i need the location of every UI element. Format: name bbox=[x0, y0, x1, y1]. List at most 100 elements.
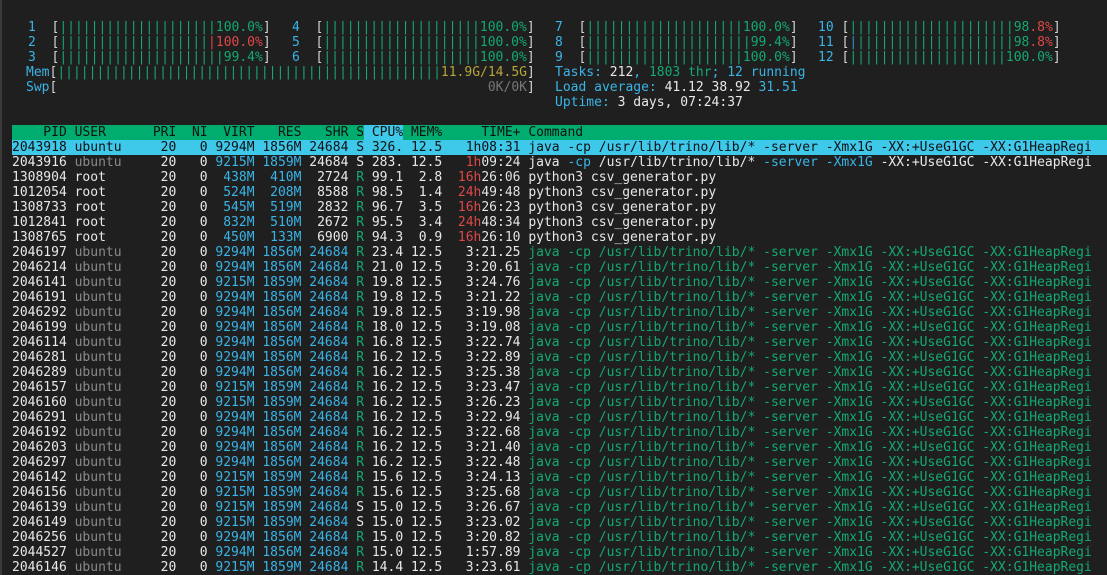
process-row[interactable]: 2046114 ubuntu 20 0 9294M 1856M 24684 R 16.8 12.5… bbox=[12, 335, 1107, 350]
col-cpu[interactable]: CPU% bbox=[364, 125, 403, 140]
shr: 24684 bbox=[309, 380, 349, 395]
process-row[interactable]: 1308904 root 20 0 438M 410M 2724 R 99.1 2.8 16h26:… bbox=[12, 170, 1107, 185]
load-15: 31.51 bbox=[758, 80, 798, 95]
process-row[interactable]: 2046199 ubuntu 20 0 9294M 1856M 24684 R 18.0 12.5… bbox=[12, 320, 1107, 335]
process-row[interactable]: 2046214 ubuntu 20 0 9294M 1856M 24684 R 21.0 12.5… bbox=[12, 260, 1107, 275]
col-pid[interactable]: PID bbox=[12, 125, 66, 140]
meter-tick: | bbox=[872, 50, 881, 65]
virt: 9215M bbox=[215, 395, 255, 410]
process-row[interactable]: 2046160 ubuntu 20 0 9215M 1859M 24684 R 16.2 12.5… bbox=[12, 395, 1107, 410]
virt: 9215M bbox=[215, 155, 255, 170]
col-user[interactable]: USER bbox=[75, 125, 145, 140]
process-row[interactable]: 2046197 ubuntu 20 0 9294M 1856M 24684 R 23.4 12.5… bbox=[12, 245, 1107, 260]
meter-bracket-close: ] bbox=[1052, 35, 1061, 50]
meter-tick: | bbox=[378, 20, 386, 35]
user: ubuntu bbox=[74, 425, 122, 440]
time-cell: 3:22.94 bbox=[450, 410, 521, 425]
state: R bbox=[356, 485, 365, 500]
meter-value: 11.9G/14.5G bbox=[440, 65, 527, 80]
command: java -cp /usr/lib/trino/lib/* -server -X… bbox=[528, 470, 1092, 485]
process-row[interactable]: 2043916 ubuntu 20 0 9215M 1859M 24684 S 283. 12.5… bbox=[12, 155, 1107, 170]
time: 3:19.08 bbox=[465, 320, 521, 335]
col-res[interactable]: RES bbox=[262, 125, 301, 140]
process-row[interactable]: 2046256 ubuntu 20 0 9294M 1856M 24684 R 15.0 12.5… bbox=[12, 530, 1107, 545]
process-row[interactable]: 2046191 ubuntu 20 0 9294M 1856M 24684 R 19.8 12.5… bbox=[12, 290, 1107, 305]
mem-percent: 12.5 bbox=[410, 290, 443, 305]
process-row[interactable]: 1308765 root 20 0 450M 133M 6900 R 94.3 0.9 16h26:… bbox=[12, 230, 1107, 245]
shr: 2832 bbox=[317, 200, 349, 215]
process-row[interactable]: 1308733 root 20 0 545M 519M 2832 R 96.7 3.5 16h26:… bbox=[12, 200, 1107, 215]
shr: 24684 bbox=[309, 395, 349, 410]
meter-bar: ||||||||||||||||||||| bbox=[59, 50, 223, 65]
col-virt[interactable]: VIRT bbox=[215, 125, 254, 140]
res: 1856M bbox=[262, 440, 302, 455]
col-shr[interactable]: SHR bbox=[309, 125, 348, 140]
nice: 0 bbox=[199, 170, 208, 185]
process-row[interactable]: 2046156 ubuntu 20 0 9215M 1859M 24684 R 15.6 12.5… bbox=[12, 485, 1107, 500]
meter-tick: | bbox=[417, 35, 426, 50]
col-pri[interactable]: PRI bbox=[153, 125, 176, 140]
meter-tick: | bbox=[213, 65, 222, 80]
meter-tick: | bbox=[129, 50, 138, 65]
shr: 24684 bbox=[309, 335, 349, 350]
process-row[interactable]: 2046139 ubuntu 20 0 9215M 1859M 24684 S 15.0 12.5… bbox=[12, 500, 1107, 515]
process-row[interactable]: 2046297 ubuntu 20 0 9294M 1856M 24684 R 16.2 12.5… bbox=[12, 455, 1107, 470]
col-command[interactable]: Command bbox=[528, 125, 1107, 140]
meter-tick: | bbox=[425, 35, 433, 50]
process-row[interactable]: 2046289 ubuntu 20 0 9294M 1856M 24684 R 16.2 12.5… bbox=[12, 365, 1107, 380]
meter-tick: | bbox=[425, 50, 433, 65]
col-state[interactable]: S bbox=[356, 125, 364, 140]
priority: 20 bbox=[160, 290, 177, 305]
meter-tick: | bbox=[176, 35, 185, 50]
priority: 20 bbox=[160, 185, 177, 200]
res: 1856M bbox=[262, 320, 302, 335]
priority: 20 bbox=[160, 170, 177, 185]
meter-tick: | bbox=[586, 50, 595, 65]
state: R bbox=[356, 425, 365, 440]
nice: 0 bbox=[199, 140, 208, 155]
meter-bracket-close: ] bbox=[527, 80, 535, 95]
process-row[interactable]: 2046142 ubuntu 20 0 9215M 1859M 24684 R 15.6 12.5… bbox=[12, 470, 1107, 485]
mem-percent: 12.5 bbox=[410, 500, 443, 515]
command: java -cp /usr/lib/trino/lib/* -server -X… bbox=[528, 455, 1092, 470]
user: root bbox=[74, 185, 106, 200]
nice: 0 bbox=[199, 395, 208, 410]
meter-tick: | bbox=[896, 50, 905, 65]
meter-tick: | bbox=[464, 20, 473, 35]
priority: 20 bbox=[160, 560, 177, 575]
meter-bracket-close: ] bbox=[262, 50, 271, 65]
meter-tick: | bbox=[998, 35, 1006, 50]
process-row[interactable]: 1012841 root 20 0 832M 510M 2672 R 95.5 3.4 24h48:… bbox=[12, 215, 1107, 230]
meter-tick: | bbox=[464, 50, 473, 65]
process-row[interactable]: 2046146 ubuntu 20 0 9215M 1859M 24684 R 14.4 12.5… bbox=[12, 560, 1107, 575]
process-row[interactable]: 2046281 ubuntu 20 0 9294M 1856M 24684 R 16.2 12.5… bbox=[12, 350, 1107, 365]
meter-tick: | bbox=[943, 50, 952, 65]
process-row[interactable]: 2044527 ubuntu 20 0 9294M 1856M 24684 R 15.0 12.5… bbox=[12, 545, 1107, 560]
process-row[interactable]: 2043918 ubuntu 20 0 9294M 1856M 24684 S 326. 12.5… bbox=[12, 140, 1107, 155]
mem-percent: 12.5 bbox=[410, 515, 443, 530]
meter-value: 100.0% bbox=[742, 20, 790, 35]
col-mem[interactable]: MEM% bbox=[411, 125, 442, 140]
col-ni[interactable]: NI bbox=[184, 125, 208, 140]
process-row[interactable]: 2046292 ubuntu 20 0 9294M 1856M 24684 R 19.8 12.5… bbox=[12, 305, 1107, 320]
process-row[interactable]: 2046203 ubuntu 20 0 9294M 1856M 24684 R 16.2 12.5… bbox=[12, 440, 1107, 455]
meter-value: 100.0% bbox=[479, 50, 527, 65]
meter-tick: | bbox=[393, 50, 402, 65]
meter-tick: | bbox=[127, 65, 136, 80]
process-row[interactable]: 2046291 ubuntu 20 0 9294M 1856M 24684 R 16.2 12.5… bbox=[12, 410, 1107, 425]
command: java -cp /usr/lib/trino/lib/* -server -X… bbox=[528, 545, 1092, 560]
command-token: java bbox=[528, 155, 560, 170]
process-row[interactable]: 2046157 ubuntu 20 0 9215M 1859M 24684 R 16.2 12.5… bbox=[12, 380, 1107, 395]
meter-tick: | bbox=[59, 20, 68, 35]
process-row[interactable]: 2046192 ubuntu 20 0 9294M 1856M 24684 R 16.2 12.5… bbox=[12, 425, 1107, 440]
mem-percent: 12.5 bbox=[410, 440, 443, 455]
process-row[interactable]: 2046149 ubuntu 20 0 9215M 1859M 24684 S 15.0 12.5… bbox=[12, 515, 1107, 530]
priority: 20 bbox=[160, 455, 177, 470]
col-time[interactable]: TIME+ bbox=[450, 125, 520, 140]
cpu-percent: 16.2 bbox=[371, 455, 404, 470]
memory-meter: Mem[||||||||||||||||||||||||||||||||||||… bbox=[26, 65, 535, 80]
process-row[interactable]: 1012054 root 20 0 524M 208M 8588 R 98.5 1.4 24h49:… bbox=[12, 185, 1107, 200]
process-row[interactable]: 2046141 ubuntu 20 0 9215M 1859M 24684 R 19.8 12.5… bbox=[12, 275, 1107, 290]
time: 3:23.61 bbox=[465, 560, 521, 575]
res: 133M bbox=[270, 230, 302, 245]
